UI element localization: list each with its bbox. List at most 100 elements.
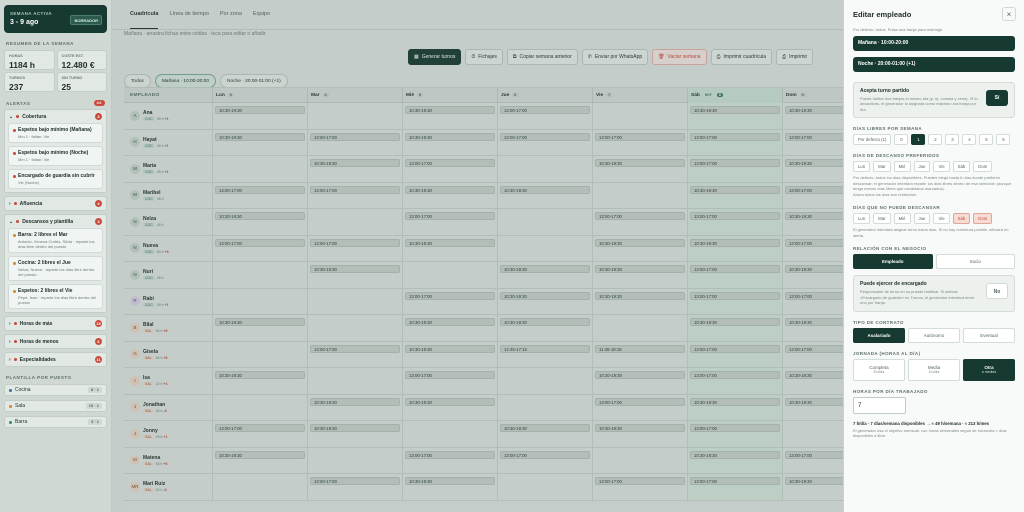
- alert-item[interactable]: Barra: 2 libres el Mar Antonio, Ximena Co…: [8, 228, 103, 253]
- alerts-header: ALERTAS 42: [6, 100, 105, 106]
- status-dot-icon: [13, 340, 17, 343]
- chevron-icon: ›: [9, 356, 11, 363]
- pref-day-chip[interactable]: Mar: [873, 161, 891, 172]
- alert-group-count: 4: [95, 200, 102, 207]
- alert-group-count: 11: [95, 356, 102, 363]
- staff-title: PLANTILLA POR PUESTO: [6, 375, 72, 380]
- shift-hint: Por defecto, todos. Pulsa una franja par…: [853, 27, 944, 32]
- post-count: 15 · 1: [85, 403, 102, 409]
- alert-group-count: 6: [95, 338, 102, 345]
- staff-posts: Cocina 8 · 1 Sala 15 · 1 Barra 3 · 1: [4, 384, 107, 428]
- split-shift-box: Acepta turno partido Puede doblar dos fr…: [853, 81, 1015, 118]
- staff-post-row[interactable]: Cocina 8 · 1: [4, 384, 107, 396]
- alert-item[interactable]: Espetos bajo mínimo (Noche) Mín 1 · falta…: [8, 146, 103, 166]
- post-count: 3 · 1: [87, 419, 102, 425]
- free-days-chips: Por defecto (1) 0 1 2 3 4 5 6: [853, 134, 1015, 145]
- stat-card: HORAS 1184 h: [4, 50, 55, 70]
- alert-item[interactable]: Espetos: 2 libres el Vie Pepe, Isan · rep…: [8, 284, 103, 309]
- edit-employee-drawer: Editar empleado × Por defecto, todos. Pu…: [843, 0, 1024, 512]
- alert-group-header[interactable]: › Horas de menos 6: [5, 335, 106, 348]
- post-name: Barra: [15, 419, 28, 425]
- stat-label: TURNOS: [9, 76, 26, 80]
- alert-group-header[interactable]: › Especialidades 11: [5, 353, 106, 366]
- staff-post-row[interactable]: Sala 15 · 1: [4, 400, 107, 412]
- alert-group: › Especialidades 11: [4, 352, 107, 367]
- jornada-label: JORNADA (HORAS AL DÍA): [853, 350, 921, 356]
- alert-group: › Horas de más 15: [4, 316, 107, 331]
- alert-item-title: Espetos bajo mínimo (Noche): [13, 150, 98, 156]
- close-icon[interactable]: ×: [1002, 7, 1016, 21]
- pref-day-chip[interactable]: Lun: [853, 161, 871, 172]
- alert-group-header[interactable]: ⌄ Cobertura 3: [5, 110, 106, 123]
- no-rest-day-chip[interactable]: Dom: [973, 213, 993, 224]
- free-days-option[interactable]: 2: [928, 134, 943, 145]
- status-dot-icon: [13, 358, 17, 361]
- chevron-icon: ⌄: [9, 218, 14, 225]
- pref-day-chip[interactable]: Jue: [913, 161, 931, 172]
- manager-box: Puede ejercer de encargado Responsable d…: [853, 275, 1015, 312]
- no-rest-day-chip[interactable]: Vie: [933, 213, 950, 224]
- no-rest-day-chip[interactable]: Lun: [853, 213, 871, 224]
- alert-item[interactable]: Cocina: 2 libres el Jue Nelza, Nueva · re…: [8, 256, 103, 281]
- pref-day-chip[interactable]: Mié: [893, 161, 911, 172]
- stat-value: 237: [9, 82, 24, 92]
- alert-group-header[interactable]: › Horas de más 15: [5, 317, 106, 330]
- pref-day-chip[interactable]: Sáb: [952, 161, 971, 172]
- alert-group: › Afluencia 4: [4, 196, 107, 211]
- status-dot-icon: [16, 115, 20, 118]
- pref-day-chip[interactable]: Vie: [933, 161, 950, 172]
- no-rest-day-chip[interactable]: Mar: [873, 213, 891, 224]
- contract-option[interactable]: Autónomo: [908, 327, 960, 343]
- free-days-option[interactable]: 0: [894, 134, 909, 145]
- no-rest-day-chip[interactable]: Sáb: [952, 213, 971, 224]
- jornada-option[interactable]: Completa 8 h/día: [853, 358, 905, 381]
- pref-day-chip[interactable]: Dom: [973, 161, 993, 172]
- free-days-option[interactable]: 1: [911, 134, 926, 145]
- status-dot-icon: [16, 220, 20, 223]
- stat-value: 12.480 €: [61, 60, 95, 70]
- hours-input[interactable]: 7: [853, 396, 906, 414]
- alert-item-detail: Mín 1 · faltan: Vie: [18, 157, 50, 162]
- contract-option[interactable]: Asalariado: [853, 327, 905, 343]
- no-rest-day-chip[interactable]: Mié: [893, 213, 911, 224]
- manager-toggle[interactable]: No: [986, 283, 1008, 299]
- free-days-option[interactable]: 4: [962, 134, 977, 145]
- jornada-option[interactable]: Media 4 h/día: [908, 358, 960, 381]
- contract-option[interactable]: Eventual: [963, 327, 1015, 343]
- jornada-sub: 4 h/día: [928, 370, 940, 374]
- jornada-option[interactable]: Otra a medida: [963, 358, 1015, 381]
- pref-label: DÍAS DE DESCANSO PREFERIDOS: [853, 153, 940, 158]
- shift-night[interactable]: Noche · 20:00-01:00 (+1): [853, 56, 1015, 72]
- free-days-option[interactable]: Por defecto (1): [853, 134, 892, 145]
- alert-group-label: Afluencia: [19, 200, 43, 207]
- free-days-option[interactable]: 6: [996, 134, 1011, 145]
- alert-group-count: 3: [95, 113, 102, 120]
- alert-group: › Horas de menos 6: [4, 334, 107, 349]
- no-rest-day-chip[interactable]: Jue: [913, 213, 931, 224]
- stat-value: 1184 h: [9, 60, 35, 70]
- alert-item-detail: Antonio, Ximena Cortés, Silvia · reparte…: [18, 239, 95, 249]
- alert-group-header[interactable]: › Afluencia 4: [5, 197, 106, 210]
- post-dot-icon: [9, 420, 12, 424]
- staff-post-row[interactable]: Barra 3 · 1: [4, 416, 107, 428]
- alert-item-detail: Mín 1 · faltan: Vie: [18, 134, 50, 139]
- shift-morning[interactable]: Mañana · 10:00-20:00: [853, 35, 1015, 51]
- modal-overlay[interactable]: [112, 0, 843, 512]
- week-card[interactable]: SEMANA ACTIVA 3 - 9 ago BORRADOR: [4, 5, 107, 33]
- free-days-option[interactable]: 3: [945, 134, 960, 145]
- split-shift-toggle[interactable]: Sí: [986, 89, 1008, 106]
- pref-hint: Por defecto, todos los días disponibles.…: [853, 175, 1012, 191]
- alert-item[interactable]: Encargado de guardia sin cubrir Vie (Noch…: [8, 169, 103, 189]
- status-dot-icon: [13, 322, 17, 325]
- chevron-icon: ⌄: [9, 113, 14, 120]
- relation-segment: Empleado Socio: [853, 254, 1015, 269]
- free-days-label: DÍAS LIBRES POR SEMANA: [853, 126, 923, 131]
- relation-option[interactable]: Socio: [935, 254, 1015, 269]
- relation-option[interactable]: Empleado: [853, 254, 933, 269]
- manager-desc: Responsable de turno en su puesto habitu…: [860, 289, 975, 305]
- no-rest-chips: Lun Mar Mié Jue Vie Sáb Dom: [853, 213, 1015, 224]
- free-days-option[interactable]: 5: [979, 134, 994, 145]
- alert-group-header[interactable]: ⌄ Descansos y plantilla 3: [5, 215, 106, 228]
- hours-calc-hint: El generador usa el objetivo mensual, co…: [853, 427, 1007, 439]
- alert-item[interactable]: Espetos bajo mínimo (Mañana) Mín 1 · falt…: [8, 123, 103, 143]
